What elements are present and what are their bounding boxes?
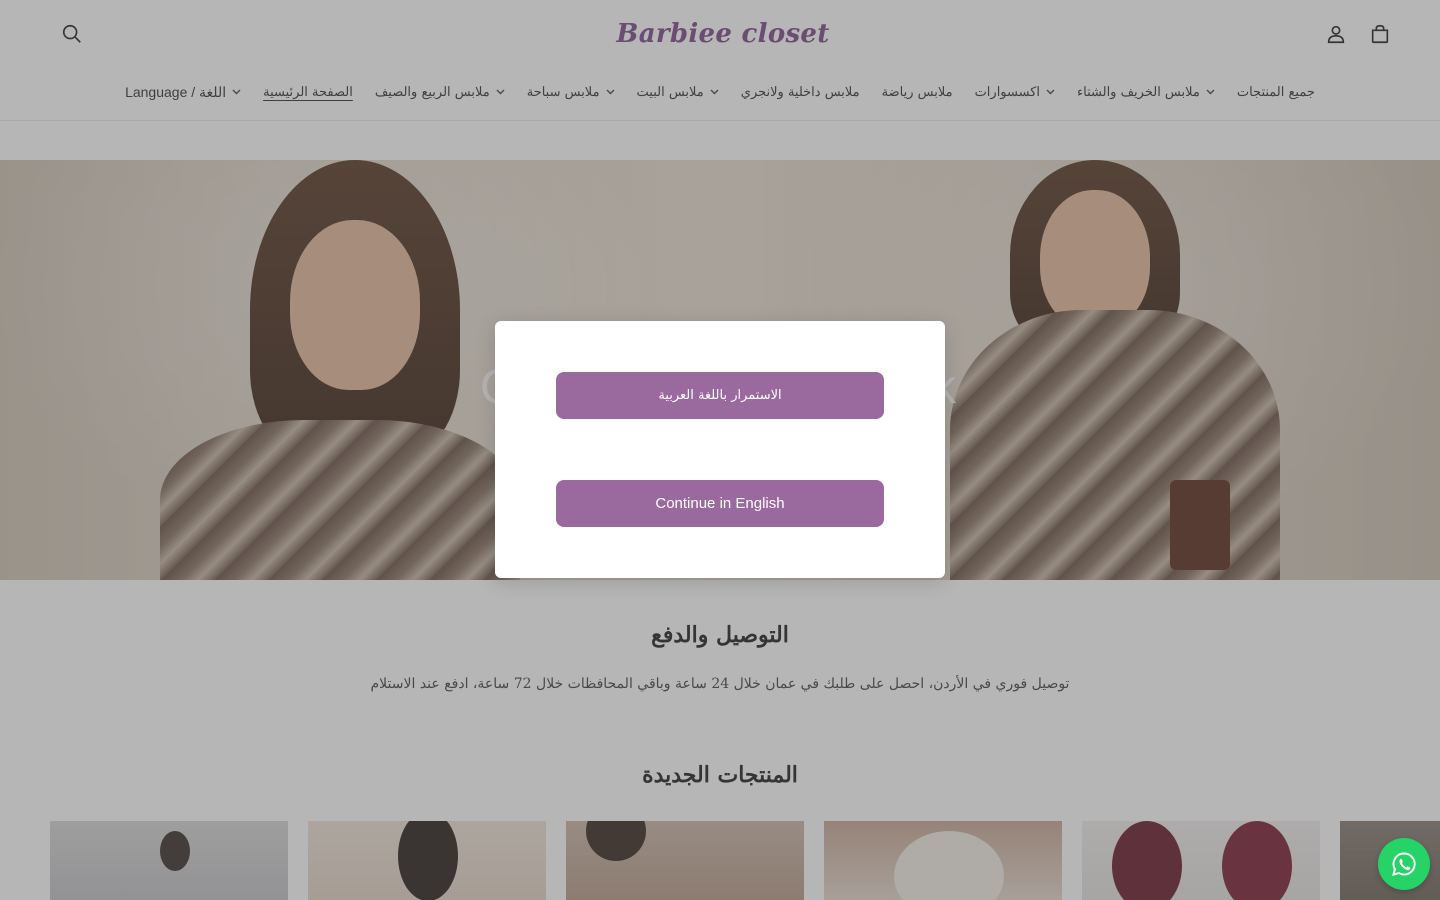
- whatsapp-icon: [1392, 852, 1416, 876]
- continue-arabic-button[interactable]: الاستمرار باللغة العربية: [556, 372, 884, 419]
- whatsapp-button[interactable]: [1378, 838, 1430, 890]
- language-modal: الاستمرار باللغة العربية Continue in Eng…: [495, 321, 945, 578]
- continue-english-button[interactable]: Continue in English: [556, 480, 884, 527]
